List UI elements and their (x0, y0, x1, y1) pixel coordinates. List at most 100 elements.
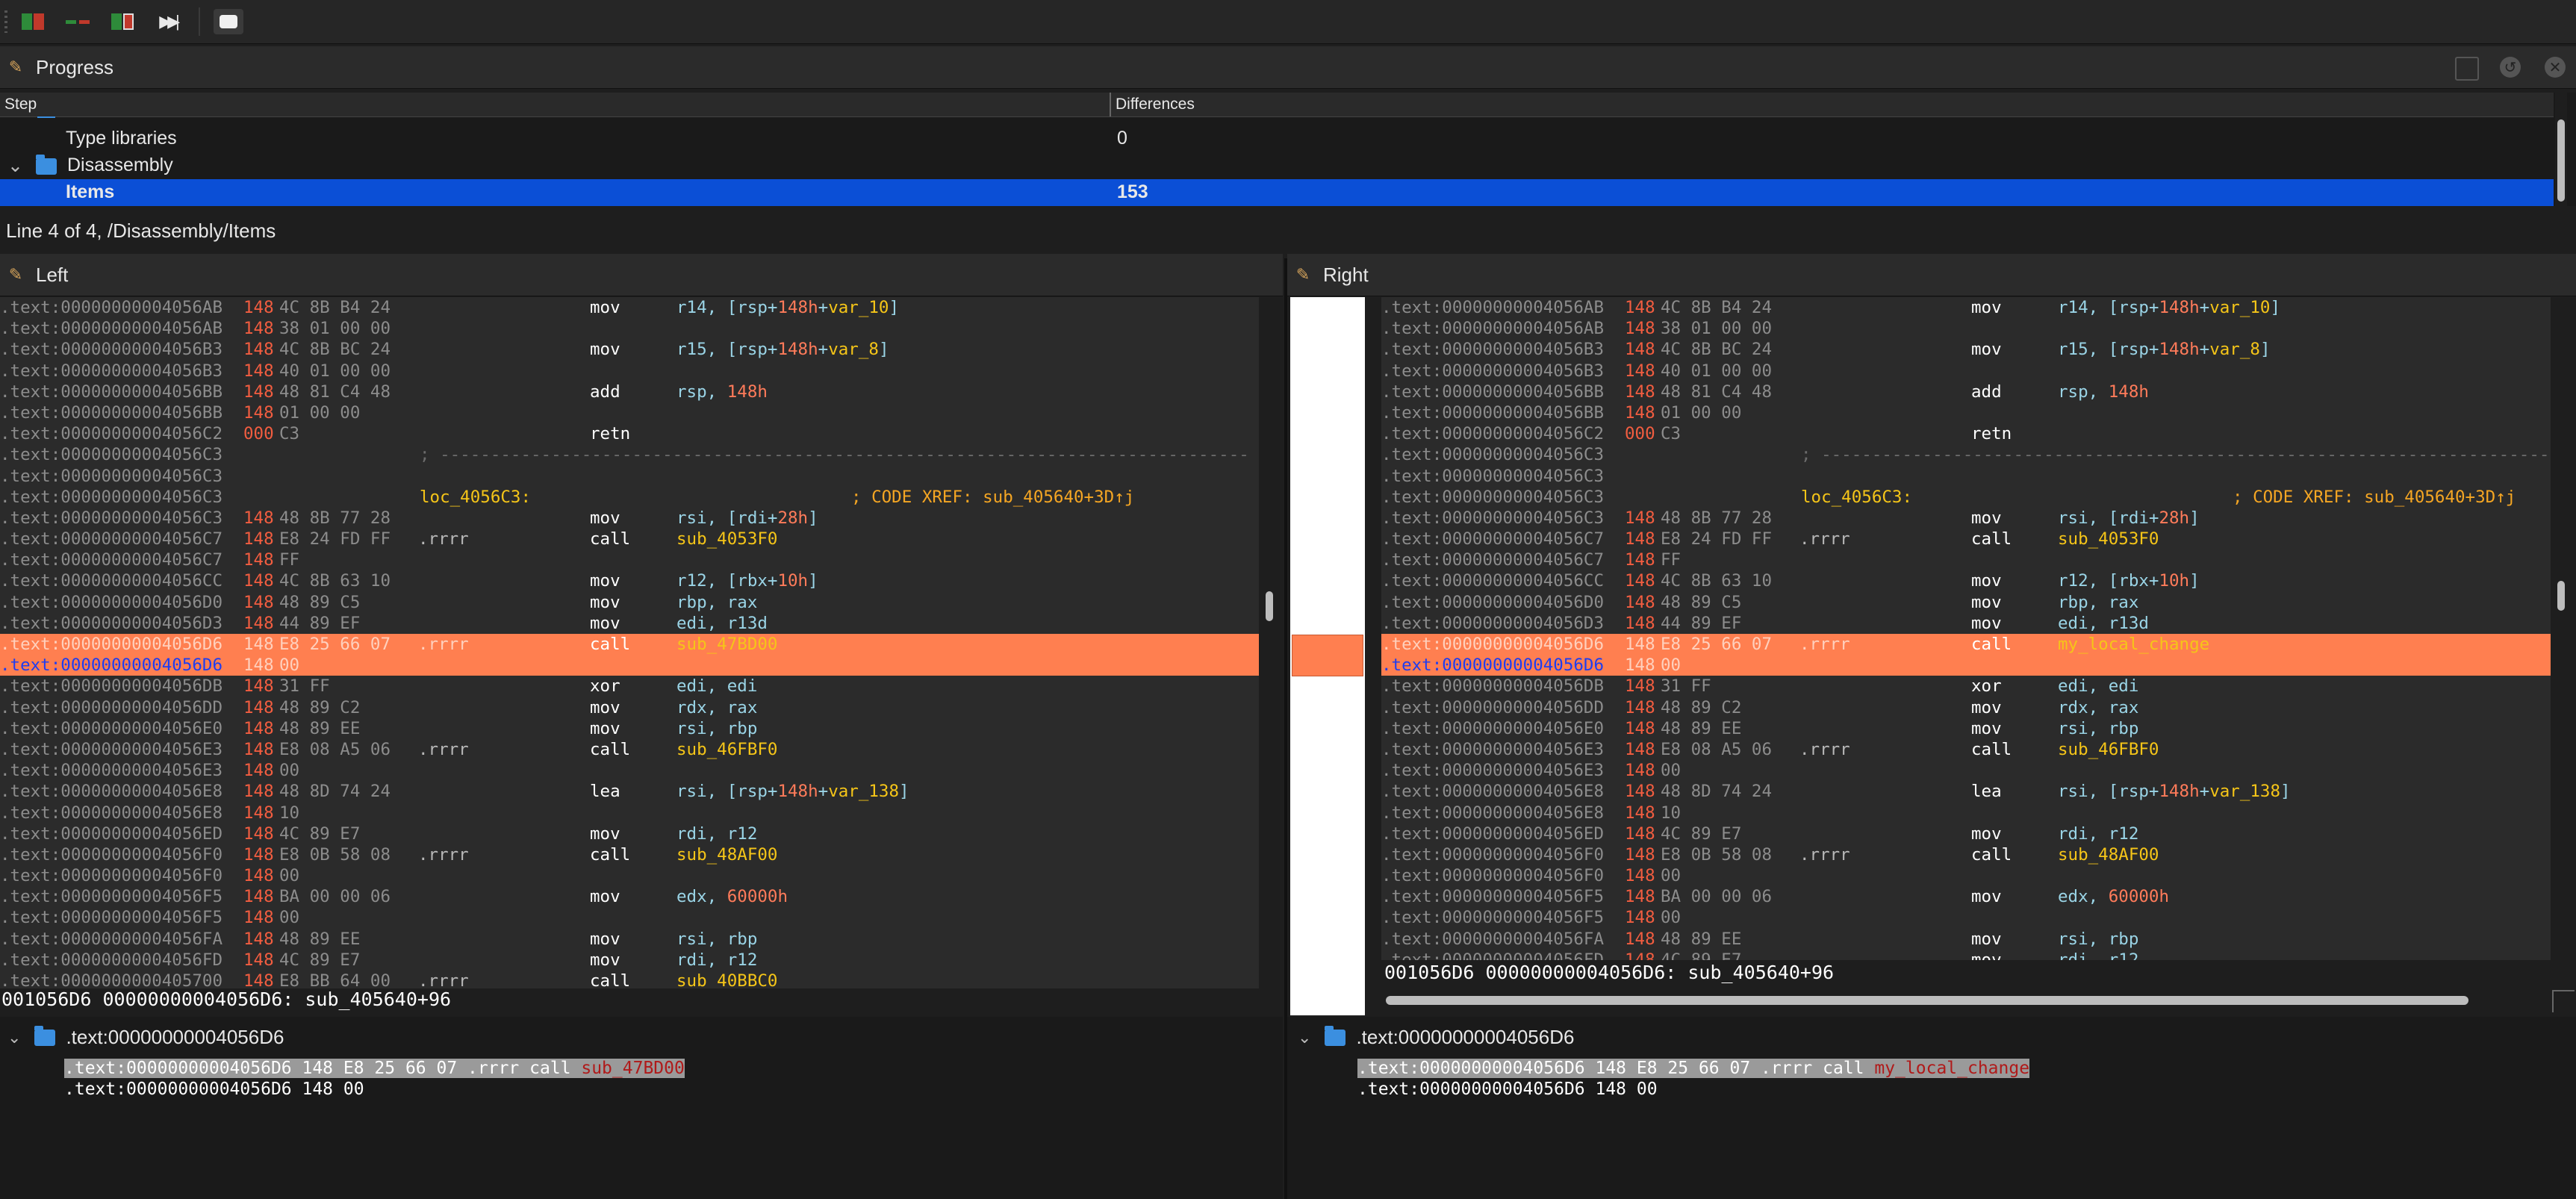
code-line[interactable]: .text:00000000004056CC 148 4C 8B 63 10 mov r… (0, 570, 1259, 591)
code-line[interactable]: .text:00000000004056ED 148 4C 89 E7 mov rdi,… (0, 823, 1259, 844)
operand-part[interactable]: sub_40BBC0 (676, 971, 777, 988)
operand-part[interactable]: var_8 (2209, 340, 2260, 359)
code-line[interactable]: .text:00000000004056E3 148 E8 08 A5 06 .rrr… (1381, 739, 2551, 760)
code-line[interactable]: .text:00000000004056C2 000 C3 retn (1381, 423, 2551, 444)
column-differences[interactable]: Differences (1116, 96, 1195, 113)
scrollbar-thumb[interactable] (1266, 591, 1273, 621)
code-line[interactable]: .text:00000000004056FA 148 48 89 EE mov rsi,… (1381, 929, 2551, 950)
code-line[interactable]: .text:00000000004056C3 loc_4056C3: ; CODE … (0, 487, 1259, 508)
code-line[interactable]: .text:00000000004056F5 148 00 (0, 907, 1259, 928)
code-line[interactable]: .text:00000000004056D3 148 44 89 EF mov edi,… (0, 613, 1259, 634)
code-line[interactable]: .text:00000000004056C3 148 48 8B 77 28 mov r… (1381, 508, 2551, 529)
right-hscrollbar[interactable] (1381, 991, 2551, 1009)
code-line[interactable]: .text:00000000004056F5 148 BA 00 00 06 mov e… (0, 886, 1259, 907)
code-line[interactable]: .text:00000000004056FD 148 4C 89 E7 mov rdi,… (0, 950, 1259, 971)
code-line[interactable]: .text:00000000004056C7 148 FF (1381, 549, 2551, 570)
right-scrollbar[interactable] (2555, 297, 2567, 960)
chevron-down-icon[interactable]: ⌄ (1298, 1028, 1311, 1047)
operand-part[interactable]: var_8 (828, 340, 879, 359)
comment-button[interactable] (214, 9, 243, 34)
operand-part[interactable]: var_10 (828, 298, 889, 317)
code-line[interactable]: .text:00000000004056DB 148 31 FF xor edi, ed… (1381, 676, 2551, 697)
code-line[interactable]: .text:00000000004056E8 148 10 (0, 803, 1259, 823)
next-diff-button[interactable] (108, 9, 137, 34)
code-line[interactable]: .text:00000000004056D3 148 44 89 EF mov edi,… (1381, 613, 2551, 634)
code-line[interactable]: .text:00000000004056E3 148 E8 08 A5 06 .rrr… (0, 739, 1259, 760)
left-tree-header[interactable]: ⌄ .text:00000000004056D6 (7, 1025, 284, 1049)
code-line[interactable]: .text:00000000004056ED 148 4C 89 E7 mov rdi,… (1381, 823, 2551, 844)
operand-part[interactable]: var_138 (828, 782, 899, 801)
left-scrollbar[interactable] (1263, 297, 1275, 988)
left-tree-line[interactable]: .text:00000000004056D6 148 00 (64, 1080, 364, 1099)
diff-highlighted-line[interactable]: .text:00000000004056D6 148 00 (0, 655, 1259, 676)
progress-row-selected[interactable]: Items 153 (0, 179, 2554, 206)
close-panel-icon[interactable]: ✕ (2545, 57, 2566, 78)
code-line[interactable]: .text:00000000004056DD 148 48 89 C2 mov rdx,… (1381, 697, 2551, 718)
code-line[interactable]: .text:00000000004056BB 148 48 81 C4 48 add r… (0, 382, 1259, 402)
code-line[interactable]: .text:00000000004056D0 148 48 89 C5 mov rbp,… (1381, 592, 2551, 613)
code-line[interactable]: .text:00000000004056B3 148 40 01 00 00 (0, 361, 1259, 382)
open-diff-button[interactable] (18, 9, 48, 34)
operand-part[interactable]: my_local_change (2058, 635, 2209, 654)
code-line[interactable]: .text:00000000004056AB 148 38 01 00 00 (0, 318, 1259, 339)
code-line[interactable]: .text:00000000004056C7 148 FF (0, 549, 1259, 570)
right-tree-header[interactable]: ⌄ .text:00000000004056D6 (1298, 1025, 1574, 1049)
code-line[interactable]: .text:00000000004056AB 148 4C 8B B4 24 mov r… (1381, 297, 2551, 318)
operand-part[interactable]: sub_47BD00 (676, 635, 777, 654)
code-line[interactable]: .text:00000000004056E8 148 48 8D 74 24 lea r… (0, 781, 1259, 802)
right-tree-line[interactable]: .text:00000000004056D6 148 00 (1357, 1080, 1658, 1099)
diff-highlighted-line[interactable]: .text:00000000004056D6 148 E8 25 66 07 .rrr… (0, 634, 1259, 655)
code-line[interactable]: .text:00000000004056CC 148 4C 8B 63 10 mov r… (1381, 570, 2551, 591)
diff-highlighted-line[interactable]: .text:00000000004056D6 148 E8 25 66 07 .rrr… (1381, 634, 2551, 655)
scrollbar-thumb[interactable] (2557, 581, 2565, 611)
restore-panel-icon[interactable]: ↺ (2500, 57, 2521, 78)
diff-marker[interactable] (1292, 635, 1363, 676)
code-line[interactable]: .text:00000000004056B3 148 40 01 00 00 (1381, 361, 2551, 382)
code-line[interactable]: .text:00000000004056C3 ; ----------------… (0, 444, 1259, 465)
code-line[interactable]: .text:00000000004056DB 148 31 FF xor edi, ed… (0, 676, 1259, 697)
operand-part[interactable]: sub_4053F0 (676, 529, 777, 549)
code-line[interactable]: .text:00000000004056B3 148 4C 8B BC 24 mov r… (0, 339, 1259, 360)
column-step[interactable]: Step (4, 96, 37, 113)
code-line[interactable]: .text:00000000004056C7 148 E8 24 FD FF .rrr… (1381, 529, 2551, 549)
code-line[interactable]: .text:00000000004056F0 148 00 (0, 865, 1259, 886)
code-line[interactable]: .text:00000000004056F0 148 E8 0B 58 08 .rrr… (1381, 844, 2551, 865)
prev-diff-button[interactable] (63, 9, 93, 34)
code-line[interactable]: .text:00000000004056E0 148 48 89 EE mov rsi,… (0, 718, 1259, 739)
right-tree-line[interactable]: .text:00000000004056D6 148 E8 25 66 07 .… (1357, 1059, 2030, 1078)
code-line[interactable]: .text:00000000004056E3 148 00 (1381, 760, 2551, 781)
fast-forward-button[interactable]: ▶▶| (152, 9, 182, 34)
code-line[interactable]: .text:00000000004056F5 148 00 (1381, 907, 2551, 928)
code-line[interactable]: .text:00000000004056D0 148 48 89 C5 mov rbp,… (0, 592, 1259, 613)
code-line[interactable]: .text:00000000004056AB 148 38 01 00 00 (1381, 318, 2551, 339)
code-line[interactable]: .text:00000000004056DD 148 48 89 C2 mov rdx,… (0, 697, 1259, 718)
toolbar-grip[interactable] (4, 10, 7, 33)
operand-part[interactable]: var_138 (2209, 782, 2280, 801)
chevron-down-icon[interactable]: ⌄ (7, 1028, 21, 1047)
code-line[interactable]: .text:00000000004056BB 148 01 00 00 (1381, 402, 2551, 423)
code-line[interactable]: .text:00000000004056C3 (1381, 466, 2551, 487)
right-disassembly-view[interactable]: .text:00000000004056AB 148 4C 8B B4 24 mov r… (1381, 297, 2551, 960)
code-line[interactable]: .text:00000000004056C3 (0, 466, 1259, 487)
operand-part[interactable]: var_10 (2209, 298, 2270, 317)
code-line[interactable]: .text:00000000004056E8 148 48 8D 74 24 lea r… (1381, 781, 2551, 802)
code-line[interactable]: .text:00000000004056C3 ; ----------------… (1381, 444, 2551, 465)
code-line[interactable]: .text:00000000004056B3 148 4C 8B BC 24 mov r… (1381, 339, 2551, 360)
code-line[interactable]: .text:00000000004056E3 148 00 (0, 760, 1259, 781)
code-line[interactable]: .text:00000000004056F0 148 E8 0B 58 08 .rrr… (0, 844, 1259, 865)
code-line[interactable]: .text:00000000004056F0 148 00 (1381, 865, 2551, 886)
code-line[interactable]: .text:00000000004056FA 148 48 89 EE mov rsi,… (0, 929, 1259, 950)
diff-gutter[interactable] (1290, 297, 1365, 1015)
scrollbar-thumb[interactable] (2557, 119, 2565, 202)
code-line[interactable]: .text:00000000004056BB 148 01 00 00 (0, 402, 1259, 423)
code-line[interactable]: .text:00000000004056C2 000 C3 retn (0, 423, 1259, 444)
left-tree-line[interactable]: .text:00000000004056D6 148 E8 25 66 07 .… (64, 1059, 685, 1078)
code-line[interactable]: .text:00000000004056C7 148 E8 24 FD FF .rrr… (0, 529, 1259, 549)
operand-part[interactable]: sub_46FBF0 (676, 740, 777, 759)
progress-scrollbar[interactable] (2555, 93, 2567, 206)
code-line[interactable]: .text:00000000004056BB 148 48 81 C4 48 add r… (1381, 382, 2551, 402)
code-line[interactable]: .text:0000000000405700 148 E8 BB 64 00 .rrr… (0, 971, 1259, 988)
operand-part[interactable]: sub_48AF00 (676, 845, 777, 865)
code-line[interactable]: .text:00000000004056C3 loc_4056C3: ; CODE … (1381, 487, 2551, 508)
float-panel-icon[interactable] (2455, 57, 2479, 81)
